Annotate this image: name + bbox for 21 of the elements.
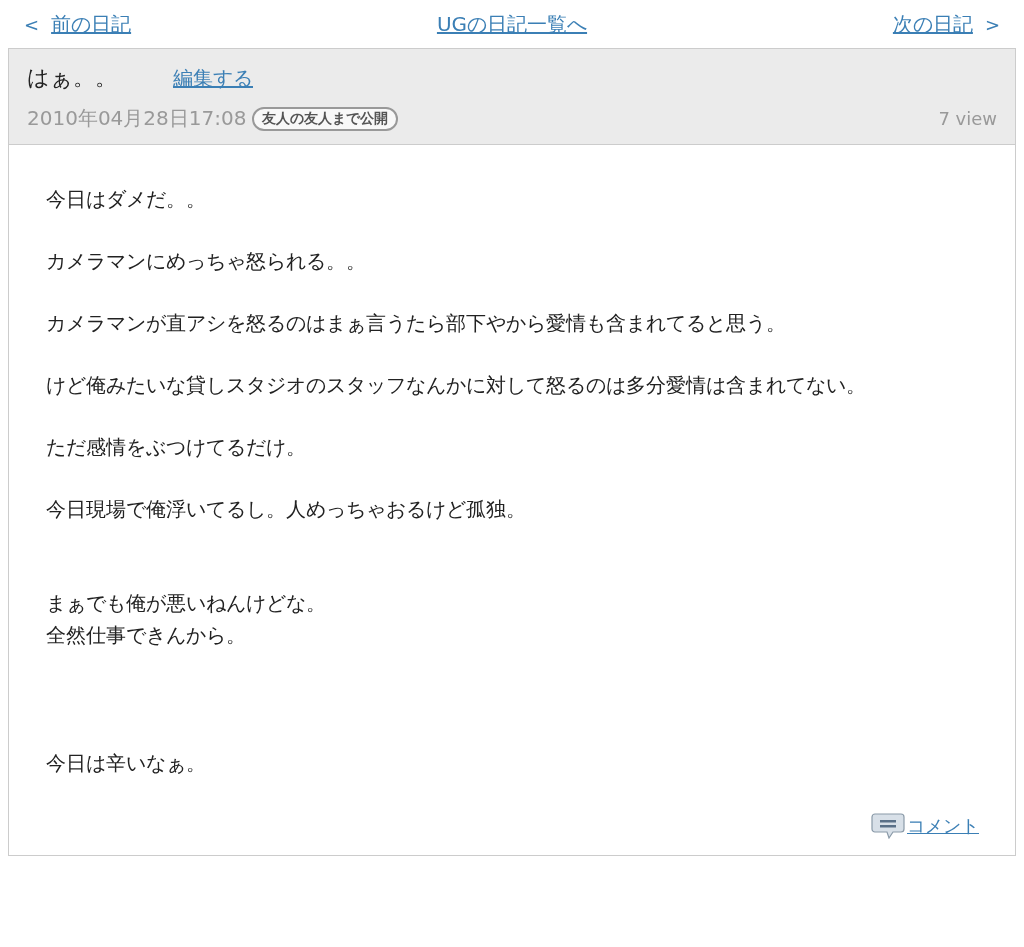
body-text: 今日現場で俺浮いてるし。人めっちゃおるけど孤独。 — [46, 496, 527, 523]
body-text: 全然仕事できんから。 — [46, 622, 247, 649]
body-text: カメラマンが直アシを怒るのはまぁ言うたら部下やから愛情も含まれてると思う。 — [46, 310, 787, 337]
visibility-badge: 友人の友人まで公開 — [252, 106, 399, 131]
edit-link[interactable]: 編集する — [173, 64, 253, 92]
comment-link[interactable]: コメント — [907, 814, 979, 838]
right-arrow-icon: > — [984, 13, 1000, 35]
body-text: 今日は辛いなぁ。 — [46, 750, 207, 777]
body-text: ただ感情をぶつけてるだけ。 — [46, 434, 307, 461]
next-diary-link[interactable]: 次の日記 — [892, 10, 973, 38]
previous-diary-link[interactable]: 前の日記 — [51, 10, 132, 38]
entry-date: 2010年04月28日17:08 — [27, 105, 247, 132]
body-text: 今日はダメだ。。 — [46, 186, 207, 213]
entry-title: はぁ。。 — [27, 64, 117, 92]
speech-bubble-icon — [871, 813, 905, 839]
diary-list-link[interactable]: UGの日記一覧へ — [436, 10, 588, 38]
body-text: まぁでも俺が悪いねんけどな。 — [46, 590, 327, 617]
left-arrow-icon: < — [24, 13, 40, 35]
body-text: カメラマンにめっちゃ怒られる。。 — [46, 248, 367, 275]
view-count: 7 view — [938, 108, 997, 129]
body-text: けど俺みたいな貸しスタジオのスタッフなんかに対して怒るのは多分愛情は含まれてない。 — [46, 372, 867, 399]
